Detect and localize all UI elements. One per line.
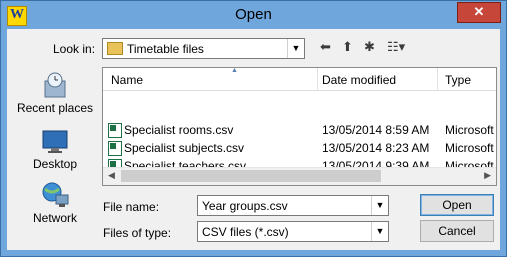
back-icon[interactable]: ⬅ (320, 39, 331, 57)
column-name[interactable]: Name (111, 73, 143, 87)
file-date: 13/05/2014 8:59 AM (322, 123, 430, 137)
up-folder-icon[interactable]: ⬆ (342, 39, 353, 57)
places-bar: Recent places Desktop Network (7, 67, 103, 247)
file-type: Microsoft (445, 141, 494, 155)
file-type-label: Files of type: (103, 226, 172, 240)
horizontal-scrollbar[interactable]: ◀ ▶ (103, 167, 496, 185)
chevron-down-icon[interactable]: ▼ (371, 222, 388, 241)
scroll-right-icon[interactable]: ▶ (484, 170, 491, 181)
look-in-value: Timetable files (127, 42, 204, 56)
file-type: Microsoft (445, 123, 494, 137)
chevron-down-icon[interactable]: ▼ (371, 196, 388, 215)
dialog-title: Open (235, 6, 272, 23)
new-folder-icon[interactable]: ✱ (364, 39, 375, 57)
file-row[interactable]: Specialist rooms.csv 13/05/2014 8:59 AM … (103, 121, 496, 139)
place-label: Network (32, 211, 77, 225)
dialog-body: Look in: Timetable files ▼ ⬅ ⬆ ✱ ☷▾ Rece… (7, 29, 500, 250)
cancel-button[interactable]: Cancel (420, 220, 494, 242)
place-label: Recent places (16, 101, 94, 115)
open-button[interactable]: Open (420, 194, 494, 216)
title-bar[interactable]: W Open ✕ (1, 1, 506, 29)
place-network[interactable]: Network (7, 181, 103, 225)
close-button[interactable]: ✕ (457, 2, 501, 23)
csv-file-icon (108, 123, 122, 138)
file-name-label: File name: (103, 200, 160, 214)
file-date: 13/05/2014 8:23 AM (322, 141, 430, 155)
open-dialog: W Open ✕ Look in: Timetable files ▼ ⬅ ⬆ … (0, 0, 507, 257)
network-icon (40, 181, 70, 209)
place-label: Desktop (32, 157, 78, 171)
look-in-label: Look in: (53, 42, 96, 56)
csv-file-icon (108, 141, 122, 156)
column-separator[interactable] (437, 68, 438, 90)
file-name-value: Year groups.csv (202, 199, 288, 213)
file-name-input[interactable]: Year groups.csv ▼ (197, 195, 389, 216)
chevron-down-icon[interactable]: ▼ (287, 39, 304, 58)
view-menu-icon[interactable]: ☷▾ (387, 39, 405, 57)
look-in-combo[interactable]: Timetable files ▼ (102, 38, 305, 59)
column-header: ▲ Name Date modified Type (103, 68, 496, 91)
scroll-left-icon[interactable]: ◀ (108, 170, 115, 181)
sort-ascending-icon: ▲ (231, 67, 238, 74)
file-list[interactable]: ▲ Name Date modified Type Specialist roo… (102, 67, 497, 186)
folder-icon (107, 42, 123, 55)
place-recent-places[interactable]: Recent places (7, 71, 103, 115)
place-desktop[interactable]: Desktop (7, 127, 103, 171)
column-type[interactable]: Type (445, 73, 471, 87)
column-date-modified[interactable]: Date modified (322, 73, 396, 87)
file-type-value: CSV files (*.csv) (202, 225, 289, 239)
file-name: Specialist subjects.csv (124, 141, 245, 155)
recent-places-icon (40, 71, 70, 99)
desktop-icon (40, 127, 70, 155)
column-separator[interactable] (317, 68, 318, 90)
file-row[interactable]: Specialist subjects.csv 13/05/2014 8:23 … (103, 139, 496, 157)
file-type-select[interactable]: CSV files (*.csv) ▼ (197, 221, 389, 242)
file-name: Specialist rooms.csv (124, 123, 234, 137)
scroll-thumb[interactable] (121, 170, 381, 182)
close-icon: ✕ (473, 4, 485, 19)
